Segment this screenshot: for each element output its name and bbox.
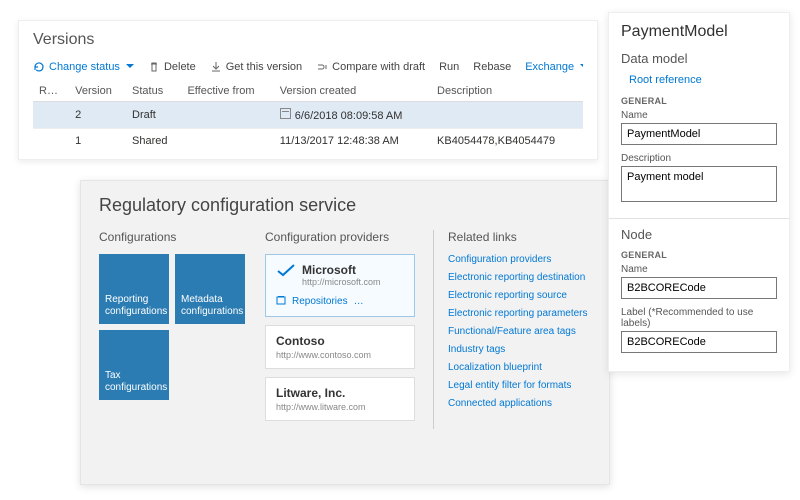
related-link[interactable]: Functional/Feature area tags: [448, 326, 588, 337]
col-version[interactable]: Version: [69, 81, 126, 102]
rcs-panel: Regulatory configuration service Configu…: [80, 180, 610, 485]
related-link[interactable]: Connected applications: [448, 398, 588, 409]
node-label-field[interactable]: [621, 331, 777, 353]
related-link[interactable]: Configuration providers: [448, 254, 588, 265]
related-link[interactable]: Industry tags: [448, 344, 588, 355]
root-reference-link[interactable]: Root reference: [629, 74, 777, 86]
col-r[interactable]: R…: [33, 81, 69, 102]
cell-status: Shared: [126, 129, 181, 154]
right-panel: PaymentModel Data model Root reference G…: [608, 12, 790, 372]
tile-metadata[interactable]: Metadata configurations: [175, 254, 245, 324]
rcs-col-title: Configurations: [99, 230, 247, 244]
run-label: Run: [439, 61, 459, 73]
compare-label: Compare with draft: [332, 61, 425, 73]
check-icon: [276, 263, 296, 277]
node-heading: Node: [621, 227, 777, 242]
general-label: GENERAL: [621, 96, 777, 106]
col-description[interactable]: Description: [431, 81, 583, 102]
repositories-link[interactable]: Repositories: [292, 296, 348, 307]
rebase-button[interactable]: Rebase: [473, 61, 511, 73]
provider-url: http://www.litware.com: [276, 402, 404, 412]
provider-card[interactable]: Microsoft http://microsoft.com Repositor…: [265, 254, 415, 317]
name-field[interactable]: [621, 123, 777, 145]
get-version-label: Get this version: [226, 61, 302, 73]
rcs-col-title: Related links: [434, 230, 588, 244]
calendar-icon: [280, 108, 291, 119]
general-label: GENERAL: [621, 250, 777, 260]
delete-label: Delete: [164, 61, 196, 73]
cell-status: Draft: [126, 102, 181, 129]
cell-created: 11/13/2017 12:48:38 AM: [274, 129, 431, 154]
col-status[interactable]: Status: [126, 81, 181, 102]
cell-description: KB4054478,KB4054479: [431, 129, 583, 154]
col-effective[interactable]: Effective from: [181, 81, 273, 102]
repository-icon: [276, 295, 286, 308]
description-field[interactable]: [621, 166, 777, 202]
refresh-icon: [33, 61, 45, 73]
trash-icon: [148, 61, 160, 73]
versions-table: R… Version Status Effective from Version…: [33, 81, 583, 153]
cell-description: [431, 102, 583, 129]
right-title: PaymentModel: [621, 23, 777, 41]
node-label-label: Label (*Recommended to use labels): [621, 307, 777, 329]
provider-card[interactable]: Contoso http://www.contoso.com: [265, 325, 415, 369]
rcs-title: Regulatory configuration service: [99, 195, 591, 216]
provider-card[interactable]: Litware, Inc. http://www.litware.com: [265, 377, 415, 421]
compare-icon: [316, 61, 328, 73]
table-row[interactable]: 1 Shared 11/13/2017 12:48:38 AM KB405447…: [33, 129, 583, 154]
rcs-providers-col: Configuration providers Microsoft http:/…: [265, 230, 415, 429]
change-status-button[interactable]: Change status: [33, 61, 134, 73]
name-label: Name: [621, 110, 777, 121]
rcs-related-col: Related links Configuration providers El…: [433, 230, 588, 429]
related-link[interactable]: Localization blueprint: [448, 362, 588, 373]
node-name-field[interactable]: [621, 277, 777, 299]
rcs-configurations-col: Configurations Reporting configurations …: [99, 230, 247, 429]
more-button[interactable]: …: [354, 296, 365, 307]
rcs-col-title: Configuration providers: [265, 230, 415, 244]
table-header-row: R… Version Status Effective from Version…: [33, 81, 583, 102]
data-model-heading: Data model: [621, 51, 777, 66]
node-name-label: Name: [621, 264, 777, 275]
related-link[interactable]: Electronic reporting parameters: [448, 308, 588, 319]
download-icon: [210, 61, 222, 73]
related-link[interactable]: Electronic reporting source: [448, 290, 588, 301]
cell-created: 6/6/2018 08:09:58 AM: [274, 102, 431, 129]
cell-version: 1: [69, 129, 126, 154]
exchange-button[interactable]: Exchange: [525, 61, 583, 73]
get-version-button[interactable]: Get this version: [210, 61, 302, 73]
chevron-down-icon: [124, 61, 134, 73]
tile-reporting[interactable]: Reporting configurations: [99, 254, 169, 324]
run-button[interactable]: Run: [439, 61, 459, 73]
col-created[interactable]: Version created: [274, 81, 431, 102]
table-row[interactable]: 2 Draft 6/6/2018 08:09:58 AM: [33, 102, 583, 129]
cell-version: 2: [69, 102, 126, 129]
exchange-label: Exchange: [525, 61, 574, 73]
compare-button[interactable]: Compare with draft: [316, 61, 425, 73]
provider-name: Microsoft: [302, 263, 381, 277]
divider: [609, 218, 789, 219]
delete-button[interactable]: Delete: [148, 61, 196, 73]
chevron-down-icon: [578, 61, 583, 73]
rebase-label: Rebase: [473, 61, 511, 73]
change-status-label: Change status: [49, 61, 120, 73]
description-label: Description: [621, 153, 777, 164]
versions-toolbar: Change status Delete Get this version Co…: [33, 61, 583, 73]
provider-url: http://www.contoso.com: [276, 350, 404, 360]
related-link[interactable]: Legal entity filter for formats: [448, 380, 588, 391]
provider-name: Contoso: [276, 334, 404, 348]
related-link[interactable]: Electronic reporting destination: [448, 272, 588, 283]
versions-title: Versions: [33, 31, 583, 49]
versions-panel: Versions Change status Delete Get this v…: [18, 20, 598, 160]
tile-tax[interactable]: Tax configurations: [99, 330, 169, 400]
provider-url: http://microsoft.com: [302, 277, 381, 287]
provider-name: Litware, Inc.: [276, 386, 404, 400]
